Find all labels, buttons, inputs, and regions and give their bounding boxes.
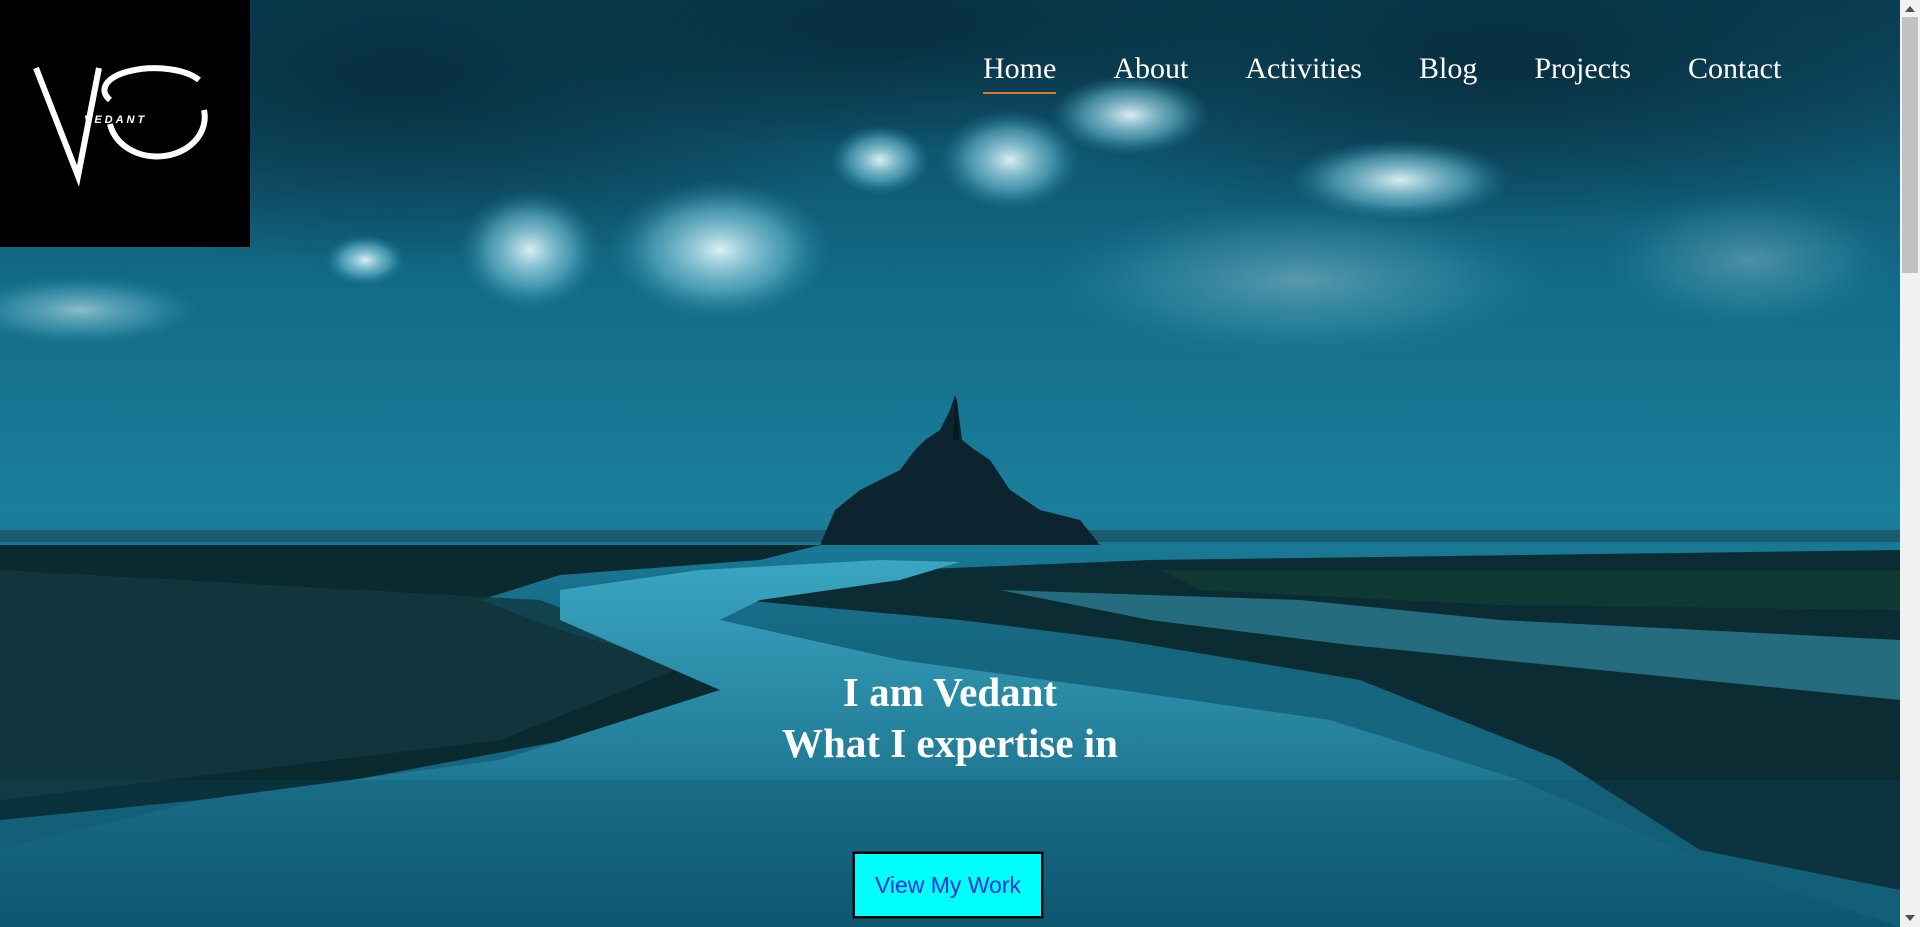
site-logo[interactable]: VEDANT — [0, 0, 250, 247]
view-my-work-button[interactable]: View My Work — [853, 852, 1043, 918]
nav-link-home[interactable]: Home — [983, 52, 1057, 94]
nav-link-contact[interactable]: Contact — [1688, 52, 1781, 94]
scroll-down-arrow-icon[interactable] — [1905, 915, 1915, 921]
nav-link-activities[interactable]: Activities — [1245, 52, 1362, 94]
page-scrollbar[interactable] — [1900, 0, 1920, 927]
page: VEDANT Home About Activities Blog Projec… — [0, 0, 1920, 927]
scrollbar-thumb[interactable] — [1902, 17, 1918, 273]
hero-heading-line-2: What I expertise in — [782, 720, 1118, 766]
nav-link-about[interactable]: About — [1113, 52, 1188, 94]
hero-heading-line-1: I am Vedant — [842, 669, 1058, 715]
scroll-up-arrow-icon[interactable] — [1905, 6, 1915, 12]
main-navigation: Home About Activities Blog Projects Cont… — [983, 52, 1781, 94]
nav-link-blog[interactable]: Blog — [1419, 52, 1477, 94]
hero-heading: I am Vedant What I expertise in — [650, 667, 1250, 769]
nav-link-projects[interactable]: Projects — [1534, 52, 1631, 94]
hero-background-image — [0, 0, 1900, 927]
logo-wordmark: VEDANT — [84, 114, 148, 126]
